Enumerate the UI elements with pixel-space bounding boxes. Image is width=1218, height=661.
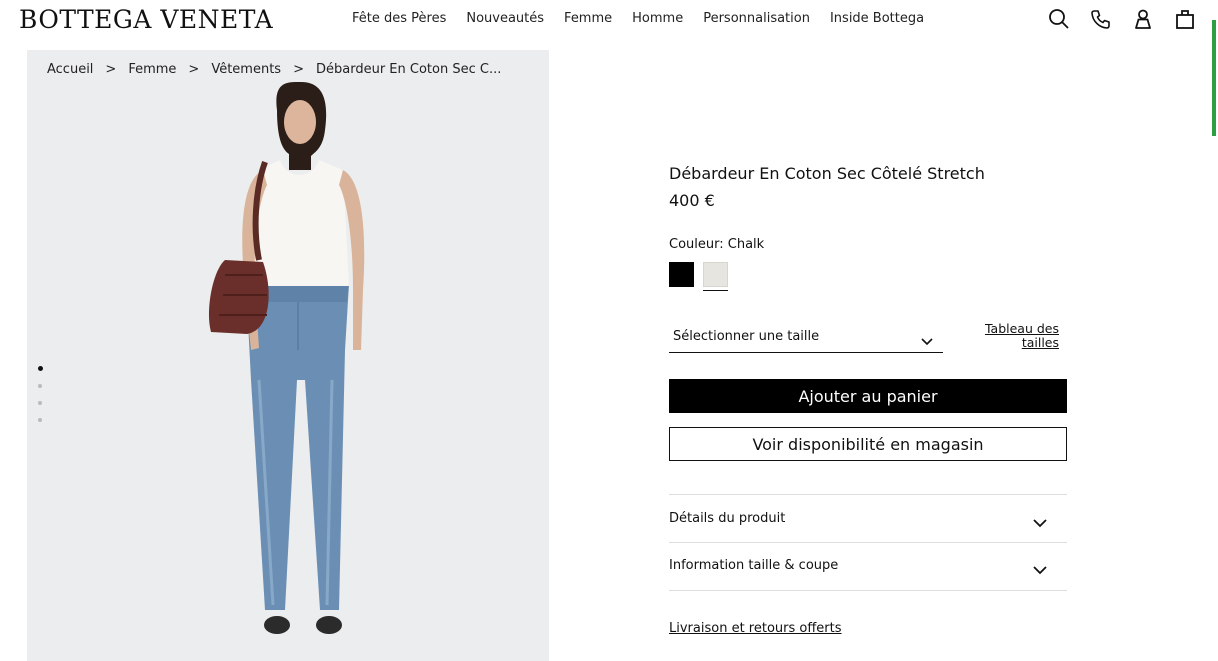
breadcrumb-item-femme[interactable]: Femme [128,62,176,77]
phone-icon[interactable] [1088,6,1114,32]
bag-icon[interactable] [1172,6,1198,32]
breadcrumb-separator: > [293,62,304,77]
search-icon[interactable] [1046,6,1072,32]
breadcrumb-item-vetements[interactable]: Vêtements [211,62,281,77]
product-photo [208,81,365,634]
accordion-product-details[interactable]: Détails du produit [669,496,1067,542]
size-select[interactable]: Sélectionner une taille [669,320,943,353]
breadcrumb-separator: > [105,62,117,77]
nav-item-fete-des-peres[interactable]: Fête des Pères [352,11,446,26]
gallery-dot[interactable] [38,366,43,371]
color-swatch-chalk[interactable] [703,262,728,287]
site-header: BOTTEGA VENETA Fête des Pères Nouveautés… [0,0,1218,40]
product-image-gallery[interactable]: Accueil > Femme > Vêtements > Débardeur En Cot… [27,50,549,661]
product-title: Débardeur En Coton Sec Côtelé Stretch [669,164,985,183]
add-to-cart-button[interactable]: Ajouter au panier [669,379,1067,413]
divider [669,494,1067,495]
nav-item-femme[interactable]: Femme [564,11,612,26]
nav-item-nouveautes[interactable]: Nouveautés [466,11,544,26]
gallery-dot[interactable] [38,401,42,405]
accordion-label: Détails du produit [669,511,786,526]
nav-item-homme[interactable]: Homme [632,11,683,26]
brand-logo[interactable]: BOTTEGA VENETA [19,2,273,38]
account-icon[interactable] [1130,6,1156,32]
store-availability-button[interactable]: Voir disponibilité en magasin [669,427,1067,461]
scroll-indicator[interactable] [1212,20,1216,136]
divider [669,590,1067,591]
gallery-pagination [38,366,43,435]
breadcrumb: Accueil > Femme > Vêtements > Débardeur En Cot… [47,62,501,77]
size-guide-line2: tailles [1021,335,1059,350]
chevron-down-icon [1033,560,1047,579]
size-select-placeholder: Sélectionner une taille [673,329,820,344]
chevron-down-icon [921,331,933,350]
nav-item-inside-bottega[interactable]: Inside Bottega [830,11,924,26]
product-price: 400 € [669,191,715,210]
accordion-size-fit[interactable]: Information taille & coupe [669,543,1067,589]
breadcrumb-separator: > [188,62,200,77]
gallery-dot[interactable] [38,384,42,388]
breadcrumb-item-current: Débardeur En Coton Sec C... [315,62,502,77]
color-label: Couleur: Chalk [669,237,765,252]
chevron-down-icon [1033,513,1047,532]
size-guide-line1: Tableau des [984,321,1059,336]
size-guide-link[interactable]: Tableau des tailles [964,322,1059,350]
gallery-dot[interactable] [38,418,42,422]
delivery-returns-link[interactable]: Livraison et retours offerts [669,621,842,636]
main-nav: Fête des Pères Nouveautés Femme Homme Pe… [352,11,944,26]
nav-item-personnalisation[interactable]: Personnalisation [703,11,810,26]
header-icons [1046,6,1214,32]
breadcrumb-item-accueil[interactable]: Accueil [47,62,93,77]
accordion-label: Information taille & coupe [669,558,839,573]
color-swatch-black[interactable] [669,262,694,287]
selected-swatch-underline [703,290,728,291]
